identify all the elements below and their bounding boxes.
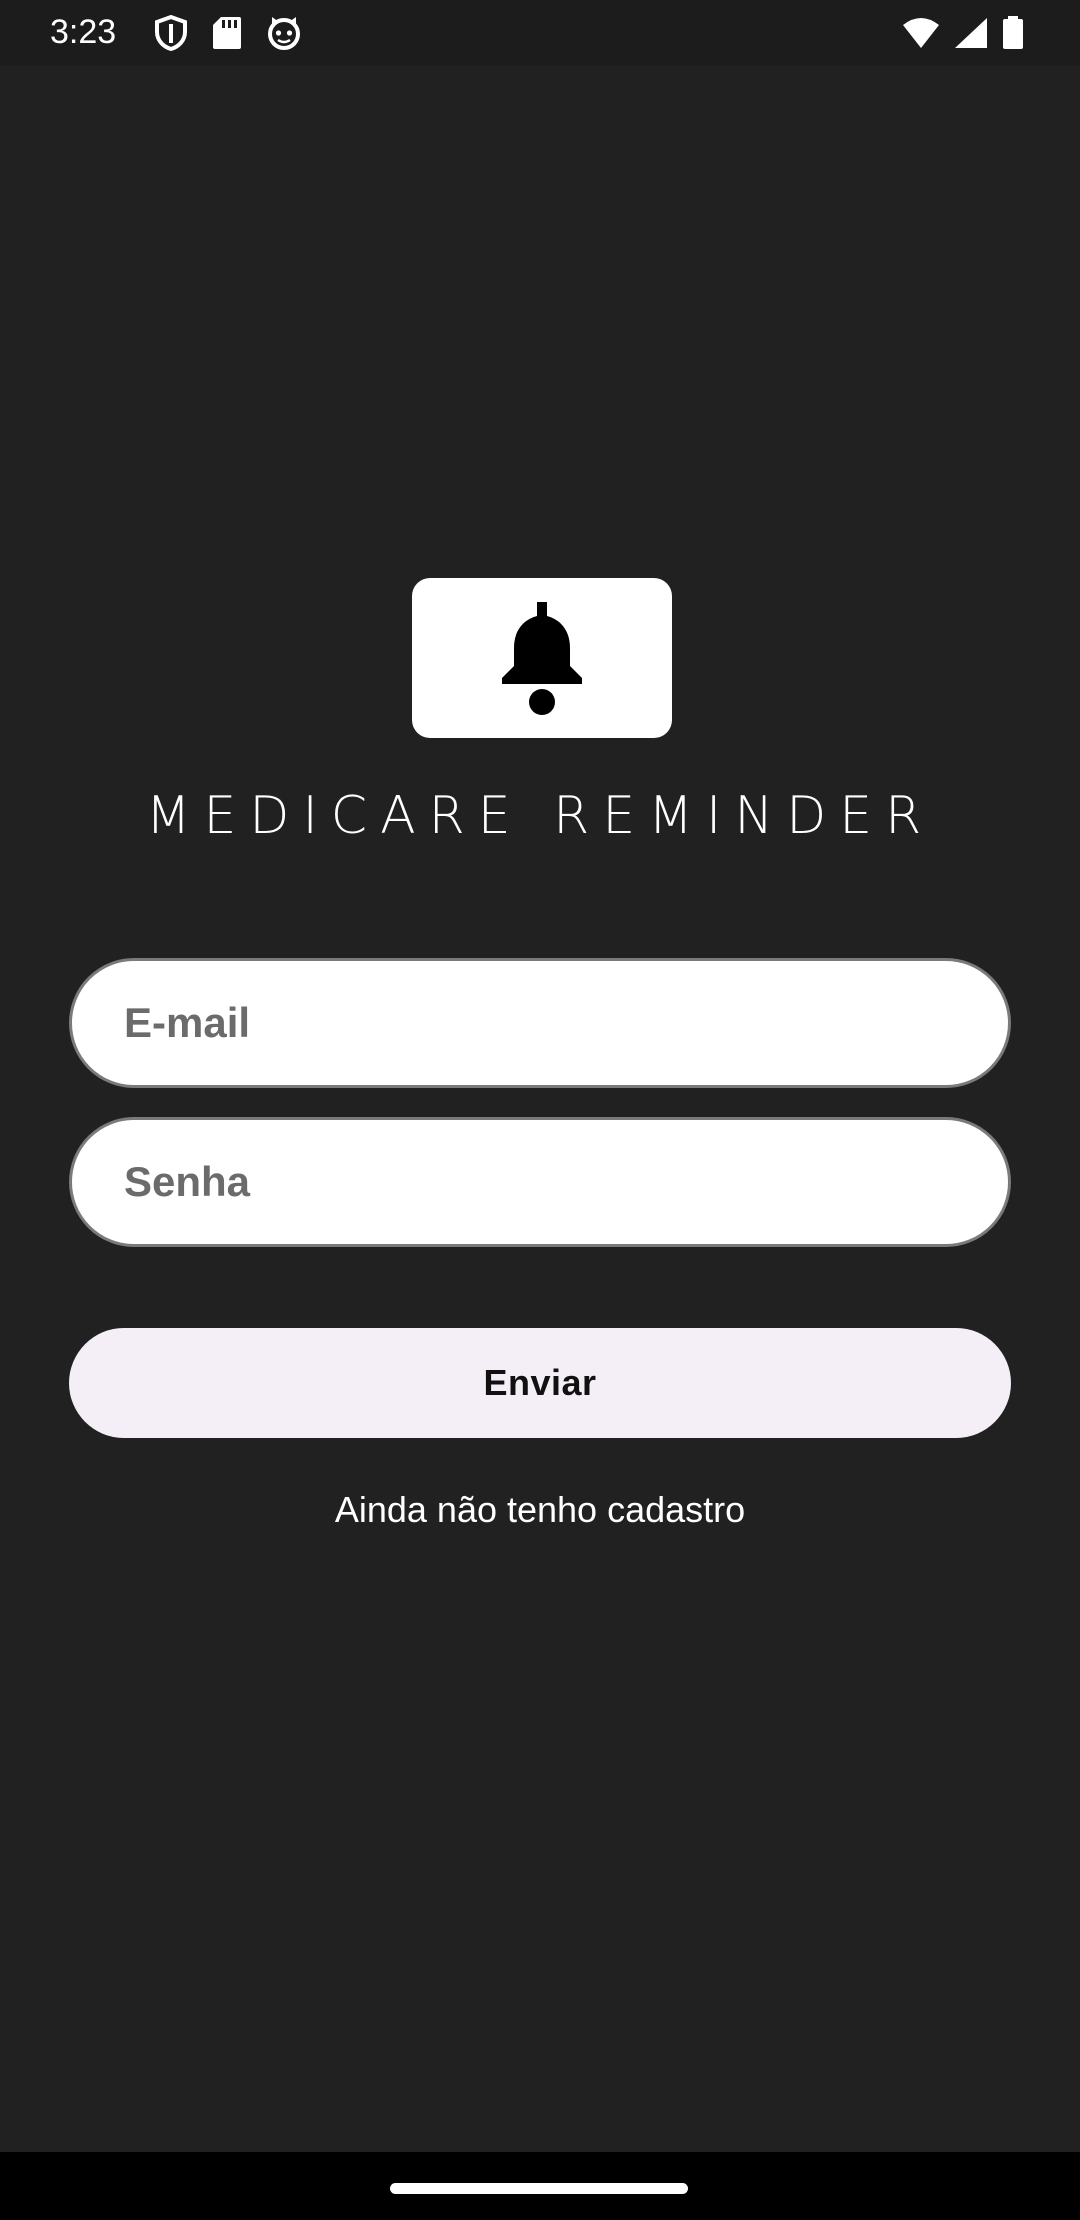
- status-time: 3:23: [50, 13, 117, 51]
- sd-card-icon: [212, 16, 242, 50]
- home-indicator[interactable]: [390, 2183, 688, 2194]
- submit-button[interactable]: Enviar: [69, 1328, 1011, 1438]
- shield-icon: [154, 15, 188, 51]
- signal-icon: [954, 17, 988, 49]
- status-icons-right: [902, 14, 1024, 52]
- status-bar: 3:23: [0, 0, 1080, 66]
- login-screen: MEDICARE REMINDER Enviar Ainda não tenho…: [0, 66, 1080, 2152]
- battery-icon: [1002, 16, 1024, 50]
- bell-icon: [502, 602, 582, 715]
- email-field[interactable]: [69, 958, 1011, 1088]
- password-field[interactable]: [69, 1117, 1011, 1247]
- register-link[interactable]: Ainda não tenho cadastro: [0, 1486, 1080, 1534]
- app-logo: [412, 578, 672, 738]
- wifi-icon: [902, 17, 940, 49]
- navigation-bar: [0, 2152, 1080, 2220]
- status-icons-left: [154, 14, 302, 52]
- cat-face-icon: [266, 16, 302, 50]
- app-title: MEDICARE REMINDER: [145, 786, 935, 846]
